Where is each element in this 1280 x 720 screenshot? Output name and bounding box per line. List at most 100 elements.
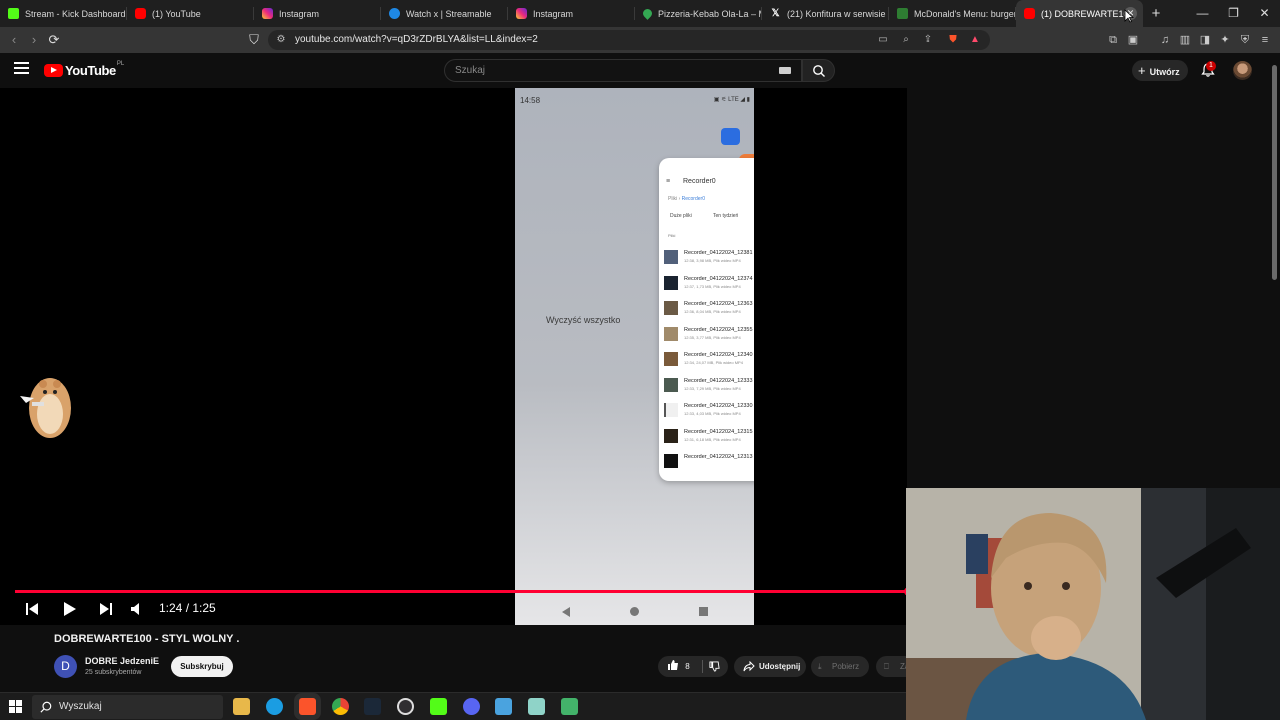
chip-large-files: Duże pliki	[670, 213, 692, 219]
minimize-icon[interactable]: —	[1187, 0, 1218, 27]
search-input[interactable]: Szukaj	[444, 59, 802, 82]
browser-tab[interactable]: (1) YouTube	[127, 0, 254, 27]
new-tab-button[interactable]: +	[1143, 0, 1169, 27]
scrollbar-thumb[interactable]	[1272, 65, 1277, 280]
download-icon: ⤓	[818, 662, 822, 671]
subscribe-button[interactable]: Subskrybuj	[171, 656, 233, 677]
chip-this-week: Ten tydzień	[713, 213, 739, 219]
progress-bar[interactable]	[15, 590, 907, 593]
account-avatar[interactable]	[1233, 61, 1252, 80]
crypto-wallet-icon[interactable]: ◨	[1196, 31, 1214, 49]
mcdonalds-icon	[897, 8, 908, 19]
region-code: PL	[116, 61, 125, 67]
bookmark-icon[interactable]: ⛉	[245, 31, 263, 49]
home-nav-icon	[630, 607, 639, 616]
share-button[interactable]: Udostępnij	[734, 656, 806, 677]
volume-icon[interactable]	[129, 600, 147, 618]
download-label: Pobierz	[832, 662, 860, 671]
file-explorer-icon[interactable]	[233, 698, 250, 715]
close-window-icon[interactable]: ✕	[1249, 0, 1280, 27]
media-tool-icon[interactable]	[561, 698, 578, 715]
list-item: Recorder_04122024_12363 12:36, 8,04 MB, P…	[664, 300, 754, 316]
cast-icon[interactable]: ▭	[876, 33, 890, 47]
restore-icon[interactable]: ❐	[1218, 0, 1249, 27]
notepad-icon[interactable]	[528, 698, 545, 715]
video-player[interactable]: 14:58 ▣ ⚟ LTE ◢ ▮ Wyczyść wszystko ≡ Rec…	[0, 88, 907, 625]
crumb-sep: ›	[678, 196, 681, 202]
extensions-icon[interactable]: ⧉	[1104, 31, 1122, 49]
back-nav-icon	[562, 607, 570, 617]
vpn-icon[interactable]: ⛨	[1236, 31, 1254, 49]
tab-title: (1) DOBREWARTE100	[1041, 8, 1134, 19]
video-thumbnail	[664, 454, 678, 468]
channel-avatar[interactable]: D	[54, 655, 77, 678]
brave-rewards-icon[interactable]: ▲	[968, 33, 982, 47]
breadcrumb: Pliki › Recorder0	[668, 196, 705, 202]
back-icon[interactable]: ‹	[5, 31, 23, 49]
browser-tab[interactable]: Instagram	[508, 0, 635, 27]
taskbar-search-label: Wyszukaj	[59, 701, 102, 712]
video-thumbnail	[664, 301, 678, 315]
youtube-logo[interactable]: YouTube PL	[44, 61, 125, 78]
list-item: Recorder_04122024_12374 12:37, 1,73 MB, P…	[664, 275, 754, 291]
media-icon[interactable]: ♫	[1156, 31, 1174, 49]
next-icon[interactable]	[97, 600, 115, 618]
list-item: Recorder_04122024_12381 12:38, 3,98 MB, P…	[664, 249, 754, 265]
steam-icon[interactable]	[364, 698, 381, 715]
forward-icon[interactable]: ›	[25, 31, 43, 49]
brave-shields-icon[interactable]: ⛊	[946, 33, 960, 47]
browser-tab[interactable]: Stream - Kick Dashboard	[0, 0, 127, 27]
zoom-icon[interactable]: ⌕	[899, 33, 913, 47]
previous-icon[interactable]	[23, 600, 41, 618]
taskbar-search[interactable]: Wyszukaj	[32, 695, 223, 719]
youtube-header: YouTube PL Szukaj + Utwórz 1	[0, 53, 1270, 88]
thumbs-down-icon[interactable]	[709, 661, 720, 672]
tab-title: Instagram	[279, 8, 320, 19]
discord-icon[interactable]	[463, 698, 480, 715]
thumbs-up-icon	[668, 660, 678, 670]
browser-tab[interactable]: McDonald's Menu: burger	[889, 0, 1016, 27]
screen: Stream - Kick Dashboard (1) YouTube Inst…	[0, 0, 1280, 720]
menu-icon[interactable]: ≡	[1256, 31, 1274, 49]
wallet-icon[interactable]: ▣	[1124, 31, 1142, 49]
list-item: Recorder_04122024_12313	[664, 453, 754, 469]
edge-icon[interactable]	[266, 698, 283, 715]
play-icon[interactable]	[60, 600, 78, 618]
maps-pin-icon	[641, 7, 654, 20]
kick-icon	[8, 8, 19, 19]
youtube-play-icon	[44, 63, 63, 77]
tab-title: (21) Konfitura w serwisie X	[787, 8, 889, 19]
site-settings-icon[interactable]: ⚙	[274, 33, 288, 47]
tab-title: Instagram	[533, 8, 574, 19]
chrome-icon[interactable]	[332, 698, 349, 715]
like-button[interactable]: 8	[667, 656, 690, 677]
hamburger-menu-icon[interactable]	[14, 62, 29, 77]
address-bar[interactable]: ⚙ youtube.com/watch?v=qD3rZDrBLYA&list=L…	[268, 30, 990, 50]
folder-app-icon	[721, 128, 740, 145]
windows-start-icon[interactable]	[9, 700, 22, 713]
brave-icon[interactable]	[299, 698, 316, 715]
sidebar-icon[interactable]: ▥	[1176, 31, 1194, 49]
phone-status-time: 14:58	[520, 96, 541, 105]
download-button[interactable]: ⤓ Pobierz	[811, 656, 869, 677]
reload-icon[interactable]: ⟳	[45, 31, 63, 49]
search-button[interactable]	[802, 59, 835, 82]
channel-name[interactable]: DOBRE JedzeniE	[85, 656, 159, 666]
leo-ai-icon[interactable]: ✦	[1216, 31, 1234, 49]
video-thumbnail	[664, 250, 678, 264]
plus-icon: +	[1138, 63, 1146, 78]
browser-tab[interactable]: Watch x | Streamable	[381, 0, 508, 27]
recent-app-card: ≡ Recorder0 Pliki › Recorder0 Duże pliki…	[659, 158, 754, 481]
create-button[interactable]: + Utwórz	[1132, 60, 1188, 81]
browser-tab[interactable]: Pizzeria-Kebab Ola-La – M	[635, 0, 762, 27]
kick-app-icon[interactable]	[430, 698, 447, 715]
browser-tab[interactable]: Instagram	[254, 0, 381, 27]
list-item: Recorder_04122024_12340 12:34, 24,07 MB, …	[664, 351, 754, 367]
notification-badge: 1	[1206, 61, 1216, 71]
obs-icon[interactable]	[397, 698, 414, 715]
browser-tab[interactable]: 𝕏 (21) Konfitura w serwisie X	[762, 0, 889, 27]
video-thumbnail	[664, 352, 678, 366]
share-page-icon[interactable]: ⇪	[921, 33, 935, 47]
app-icon[interactable]	[495, 698, 512, 715]
keyboard-icon[interactable]	[779, 67, 791, 74]
